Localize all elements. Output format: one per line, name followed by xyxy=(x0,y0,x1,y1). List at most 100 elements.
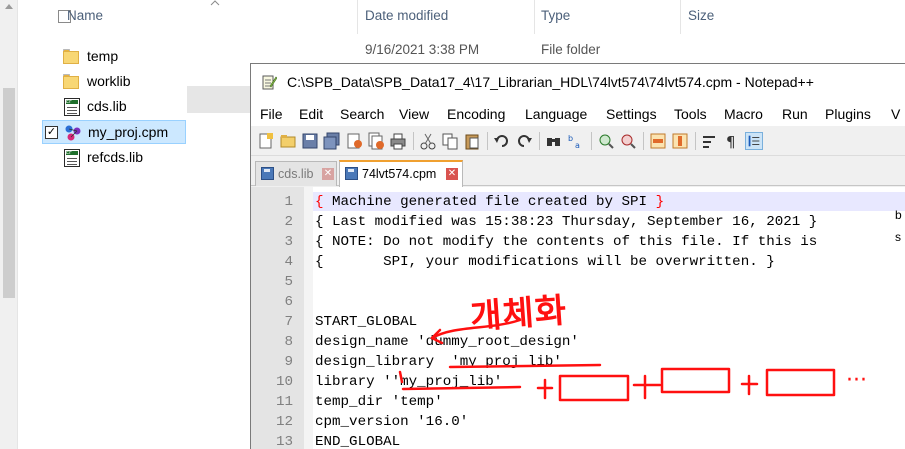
code-line: 1 { Machine generated file created by SP… xyxy=(251,192,905,212)
column-size[interactable]: Size xyxy=(688,8,714,23)
column-divider[interactable] xyxy=(680,0,681,34)
row-checkbox[interactable]: ✓ xyxy=(45,126,58,139)
toolbar-separator xyxy=(413,132,414,150)
code-line: 9 design_library 'my_proj_lib' xyxy=(251,352,905,372)
editor-area[interactable]: 1 { Machine generated file created by SP… xyxy=(251,187,905,449)
window-title: C:\SPB_Data\SPB_Data17_4\17_Librarian_HD… xyxy=(287,74,814,90)
menu-search[interactable]: Search xyxy=(340,106,384,122)
line-number: 2 xyxy=(284,214,293,230)
sync-vertical-icon[interactable] xyxy=(649,132,667,150)
file-tab-icon xyxy=(261,167,274,180)
file-name: cds.lib xyxy=(87,98,127,114)
line-number: 3 xyxy=(284,234,293,250)
sort-chevron-up-icon xyxy=(210,0,220,6)
cpm-file-icon xyxy=(65,125,81,141)
file-date: 9/16/2021 3:38 PM xyxy=(365,42,480,57)
code-line: 7 START_GLOBAL xyxy=(251,312,905,332)
menu-run[interactable]: Run xyxy=(782,106,808,122)
print-icon[interactable] xyxy=(389,132,407,150)
code-line: 4 { SPI, your modifications will be overw… xyxy=(251,252,905,272)
tab-bar: cds.lib ✕ 74lvt574.cpm ✕ xyxy=(251,157,905,187)
column-date-modified[interactable]: Date modified xyxy=(365,8,448,23)
column-divider[interactable] xyxy=(357,0,358,34)
code-line: 13 END_GLOBAL xyxy=(251,432,905,449)
line-text: library ''my_proj_lib' xyxy=(315,374,503,390)
cut-icon[interactable] xyxy=(419,132,437,150)
undo-icon[interactable] xyxy=(493,132,511,150)
menu-edit[interactable]: Edit xyxy=(299,106,323,122)
tab-74lvt574-cpm[interactable]: 74lvt574.cpm ✕ xyxy=(339,160,463,187)
toolbar: ba ¶ xyxy=(251,126,905,156)
column-divider[interactable] xyxy=(534,0,535,34)
replace-icon[interactable]: ba xyxy=(567,132,585,150)
redo-icon[interactable] xyxy=(515,132,533,150)
explorer-row-hover xyxy=(187,86,252,113)
file-name: refcds.lib xyxy=(87,149,144,165)
clipped-background-text: s xyxy=(895,230,901,244)
explorer-scrollbar[interactable] xyxy=(0,0,18,449)
find-icon[interactable] xyxy=(545,132,563,150)
file-name: temp xyxy=(87,48,119,64)
menu-view[interactable]: View xyxy=(399,106,429,122)
open-file-icon[interactable] xyxy=(279,132,297,150)
toolbar-separator xyxy=(487,132,488,150)
menu-language[interactable]: Language xyxy=(525,106,587,122)
line-text: { Machine generated file created by SPI … xyxy=(315,194,665,210)
file-name: worklib xyxy=(87,73,131,89)
file-row-cds-lib[interactable]: EF cds.lib xyxy=(44,95,194,119)
tab-label: 74lvt574.cpm xyxy=(362,167,437,181)
file-row-my-proj-cpm[interactable]: ✓ my_proj.cpm xyxy=(42,120,186,144)
line-number: 5 xyxy=(284,274,293,290)
line-number: 12 xyxy=(275,414,293,430)
file-row-temp[interactable]: temp xyxy=(44,45,194,69)
line-number: 4 xyxy=(284,254,293,270)
menu-encoding[interactable]: Encoding xyxy=(447,106,505,122)
title-bar[interactable]: C:\SPB_Data\SPB_Data17_4\17_Librarian_HD… xyxy=(251,64,905,100)
svg-text:b: b xyxy=(568,134,573,143)
menu-file[interactable]: File xyxy=(260,106,283,122)
scroll-thumb[interactable] xyxy=(3,88,15,298)
menu-tools[interactable]: Tools xyxy=(674,106,707,122)
line-text: design_name 'dummy_root_design' xyxy=(315,334,579,350)
tab-cds-lib[interactable]: cds.lib ✕ xyxy=(255,161,337,186)
paste-icon[interactable] xyxy=(463,132,481,150)
save-all-icon[interactable] xyxy=(323,132,341,150)
column-type[interactable]: Type xyxy=(541,8,570,23)
column-name[interactable]: Name xyxy=(67,8,103,23)
line-text: START_GLOBAL xyxy=(315,314,418,330)
menu-window[interactable]: V xyxy=(891,106,900,122)
svg-text:¶: ¶ xyxy=(726,133,736,150)
close-icon[interactable]: ✕ xyxy=(322,168,334,180)
show-all-chars-icon[interactable]: ¶ xyxy=(723,132,741,150)
code-line: 6 xyxy=(251,292,905,312)
close-icon[interactable]: ✕ xyxy=(446,168,458,180)
lib-file-icon: EF xyxy=(62,148,82,168)
line-number: 9 xyxy=(284,354,293,370)
line-number: 7 xyxy=(284,314,293,330)
line-number: 13 xyxy=(275,434,293,449)
new-file-icon[interactable] xyxy=(257,132,275,150)
svg-text:a: a xyxy=(575,141,580,150)
close-file-icon[interactable] xyxy=(345,132,363,150)
copy-icon[interactable] xyxy=(441,132,459,150)
file-row-worklib[interactable]: worklib xyxy=(44,70,194,94)
save-icon[interactable] xyxy=(301,132,319,150)
toolbar-separator xyxy=(591,132,592,150)
matched-brace: } xyxy=(655,194,665,210)
menu-macro[interactable]: Macro xyxy=(724,106,763,122)
word-wrap-icon[interactable] xyxy=(701,132,719,150)
menu-plugins[interactable]: Plugins xyxy=(825,106,871,122)
menu-settings[interactable]: Settings xyxy=(606,106,657,122)
line-number: 8 xyxy=(284,334,293,350)
toolbar-separator xyxy=(643,132,644,150)
code-line: 11 temp_dir 'temp' xyxy=(251,392,905,412)
indent-guide-icon[interactable] xyxy=(745,132,763,150)
zoom-in-icon[interactable] xyxy=(597,132,615,150)
close-all-icon[interactable] xyxy=(367,132,385,150)
sync-horizontal-icon[interactable] xyxy=(671,132,689,150)
zoom-out-icon[interactable] xyxy=(619,132,637,150)
notepad-app-icon xyxy=(262,75,277,90)
scroll-up-icon[interactable] xyxy=(5,4,13,9)
explorer-column-header: Name Date modified Type Size xyxy=(18,0,905,34)
file-row-refcds-lib[interactable]: EF refcds.lib xyxy=(44,146,194,170)
